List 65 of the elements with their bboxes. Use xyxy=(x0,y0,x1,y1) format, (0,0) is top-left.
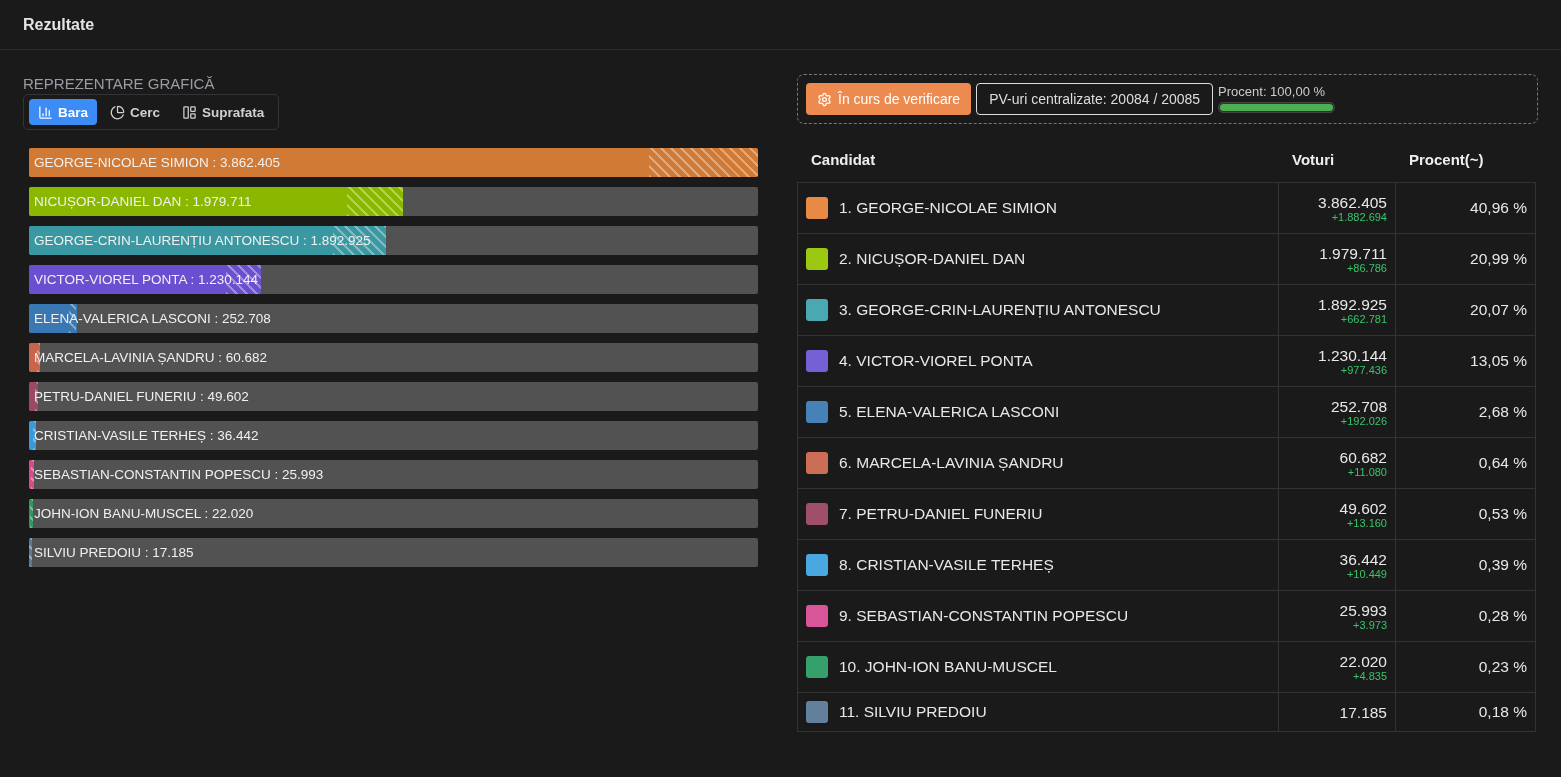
candidate-name: 2. NICUȘOR-DANIEL DAN xyxy=(839,250,1026,268)
bar-label: VICTOR-VIOREL PONTA : 1.230.144 xyxy=(34,271,259,289)
percent-value: 0,28 % xyxy=(1478,607,1527,625)
column-header: Procent(~) xyxy=(1408,149,1485,170)
chart-type-tab[interactable]: Suprafata xyxy=(173,99,274,125)
vote-delta: +86.786 xyxy=(1346,261,1387,274)
vote-delta: +662.781 xyxy=(1340,312,1387,325)
percent-value: 13,05 % xyxy=(1470,352,1527,370)
pie-chart-icon xyxy=(110,104,126,120)
percent-value: 20,99 % xyxy=(1470,250,1527,268)
percent-value: 20,07 % xyxy=(1470,301,1527,319)
vote-count: 25.993 xyxy=(1339,601,1387,619)
vote-count: 252.708 xyxy=(1330,397,1387,415)
percent-value: 2,68 % xyxy=(1478,403,1527,421)
vote-delta: +10.449 xyxy=(1346,567,1387,580)
percent-value: 0,23 % xyxy=(1478,658,1527,676)
progress-label: Procent: 100,00 % xyxy=(1218,84,1327,99)
percent-value: 40,96 % xyxy=(1470,199,1527,217)
bar-label: PETRU-DANIEL FUNERIU : 49.602 xyxy=(34,388,249,406)
percent-value: 0,64 % xyxy=(1478,454,1527,472)
candidate-name: 5. ELENA-VALERICA LASCONI xyxy=(839,403,1060,421)
vote-delta: +13.160 xyxy=(1346,516,1387,529)
candidate-name: 1. GEORGE-NICOLAE SIMION xyxy=(839,199,1057,217)
layout-icon xyxy=(182,104,198,120)
candidate-name: 11. SILVIU PREDOIU xyxy=(839,703,987,721)
candidate-name: 4. VICTOR-VIOREL PONTA xyxy=(839,352,1033,370)
bar-label: SILVIU PREDOIU : 17.185 xyxy=(34,544,194,562)
bar-label: NICUȘOR-DANIEL DAN : 1.979.711 xyxy=(34,193,252,211)
candidate-name: 7. PETRU-DANIEL FUNERIU xyxy=(839,505,1043,523)
column-header: Candidat xyxy=(810,149,877,170)
vote-count: 1.892.925 xyxy=(1318,295,1387,313)
pv-count: PV-uri centralizate: 20084 / 20085 xyxy=(976,83,1214,115)
chart-type-tab[interactable]: Cerc xyxy=(101,99,170,125)
bar-label: GEORGE-CRIN-LAURENȚIU ANTONESCU : 1.892.925 xyxy=(34,232,371,250)
percent-value: 0,53 % xyxy=(1478,505,1527,523)
candidate-name: 8. CRISTIAN-VASILE TERHEȘ xyxy=(839,556,1054,574)
vote-delta: +1.882.694 xyxy=(1331,210,1387,223)
vote-count: 49.602 xyxy=(1339,499,1387,517)
vote-delta: +3.973 xyxy=(1353,618,1387,631)
vote-count: 1.979.711 xyxy=(1319,244,1387,262)
vote-count: 17.185 xyxy=(1339,703,1387,721)
candidate-name: 6. MARCELA-LAVINIA ȘANDRU xyxy=(839,454,1064,472)
vote-count: 60.682 xyxy=(1339,448,1387,466)
status-badge: În curs de verificare xyxy=(806,83,972,115)
percent-value: 0,18 % xyxy=(1478,703,1527,721)
percent-value: 0,39 % xyxy=(1478,556,1527,574)
vote-count: 3.862.405 xyxy=(1318,193,1387,211)
candidate-name: 9. SEBASTIAN-CONSTANTIN POPESCU xyxy=(839,607,1129,625)
section-title: REPREZENTARE GRAFICĂ xyxy=(23,74,216,94)
bar-label: JOHN-ION BANU-MUSCEL : 22.020 xyxy=(34,505,254,523)
candidate-name: 10. JOHN-ION BANU-MUSCEL xyxy=(839,658,1057,676)
bar-label: GEORGE-NICOLAE SIMION : 3.862.405 xyxy=(34,154,281,172)
vote-delta: +4.835 xyxy=(1353,669,1387,682)
vote-count: 36.442 xyxy=(1339,550,1387,568)
bar-label: SEBASTIAN-CONSTANTIN POPESCU : 25.993 xyxy=(34,466,324,484)
vote-count: 1.230.144 xyxy=(1318,346,1387,364)
bar-chart-icon xyxy=(38,104,53,120)
column-header: Voturi xyxy=(1291,149,1336,170)
gear-icon xyxy=(817,91,832,107)
candidate-name: 3. GEORGE-CRIN-LAURENȚIU ANTONESCU xyxy=(839,301,1161,319)
vote-delta: +977.436 xyxy=(1340,363,1387,376)
page-title: Rezultate xyxy=(23,15,95,34)
vote-delta: +11.080 xyxy=(1347,465,1387,478)
vote-count: 22.020 xyxy=(1339,652,1387,670)
vote-delta: +192.026 xyxy=(1340,414,1387,427)
